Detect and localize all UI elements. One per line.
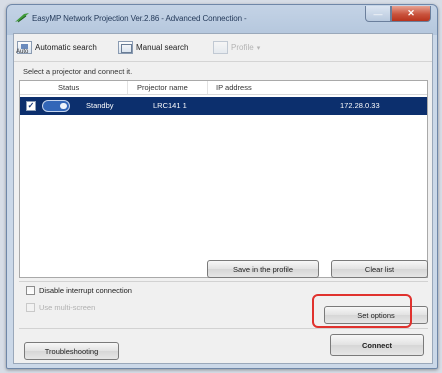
disable-interrupt-label: Disable interrupt connection (39, 286, 132, 295)
row-projector-name: LRC141 1 (153, 101, 187, 110)
automatic-search-button[interactable]: Automatic search (17, 41, 97, 54)
column-ip-address[interactable]: IP address (216, 83, 252, 92)
app-logo-icon (15, 13, 29, 23)
automatic-search-label: Automatic search (35, 43, 97, 52)
list-header: Status Projector name IP address (20, 81, 427, 95)
column-projector-name[interactable]: Projector name (137, 83, 188, 92)
profile-button[interactable]: Profile ▾ (213, 41, 260, 54)
projector-status-icon (42, 100, 70, 112)
table-row[interactable]: ✓ Standby LRC141 1 172.28.0.33 (20, 97, 427, 115)
chevron-down-icon: ▾ (256, 44, 261, 52)
instruction-text: Select a projector and connect it. (23, 67, 133, 76)
divider (19, 328, 428, 329)
window-title: EasyMP Network Projection Ver.2.86 - Adv… (32, 14, 247, 23)
row-status: Standby (86, 101, 114, 110)
manual-search-label: Manual search (136, 43, 189, 52)
column-status[interactable]: Status (58, 83, 79, 92)
connect-highlight-frame (312, 294, 412, 328)
save-profile-button[interactable]: Save in the profile (207, 260, 319, 278)
row-checkbox[interactable]: ✓ (26, 101, 36, 111)
divider (19, 281, 428, 282)
auto-tag: Auto (16, 49, 29, 55)
row-ip-address: 172.28.0.33 (340, 101, 380, 110)
profile-icon (213, 41, 228, 54)
multi-screen-label: Use multi-screen (39, 303, 96, 312)
column-separator (207, 81, 208, 94)
multi-screen-option[interactable]: Use multi-screen (26, 303, 95, 312)
clear-list-button[interactable]: Clear list (331, 260, 428, 278)
toolbar: Automatic search Auto Manual search Prof… (14, 34, 432, 62)
profile-label: Profile (231, 43, 254, 52)
projector-list[interactable]: Status Projector name IP address ✓ Stand… (19, 80, 428, 278)
multi-screen-checkbox[interactable] (26, 303, 35, 312)
manual-search-button[interactable]: Manual search (118, 41, 188, 54)
title-bar[interactable]: EasyMP Network Projection Ver.2.86 - Adv… (7, 5, 437, 33)
window-controls: — ✕ (365, 6, 431, 22)
minimize-icon[interactable]: — (365, 6, 391, 22)
column-separator (127, 81, 128, 94)
connect-button[interactable]: Connect (330, 334, 424, 356)
manual-search-icon (118, 41, 133, 54)
troubleshooting-button[interactable]: Troubleshooting (24, 342, 119, 360)
disable-interrupt-checkbox[interactable] (26, 286, 35, 295)
close-icon[interactable]: ✕ (391, 6, 431, 22)
disable-interrupt-option[interactable]: Disable interrupt connection (26, 286, 132, 295)
